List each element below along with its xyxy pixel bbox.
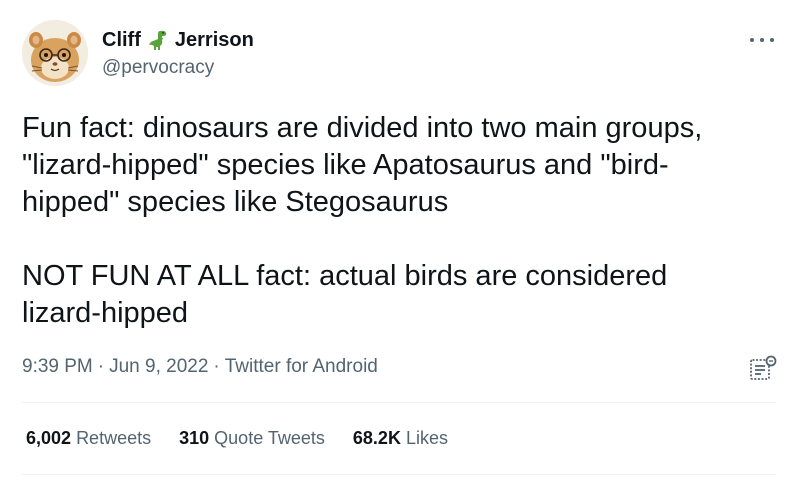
tweet-meta: 9:39 PM · Jun 9, 2022 · Twitter for Android [22,354,378,380]
likes-count: 68.2K [352,428,401,448]
retweets-stat[interactable]: 6,002 Retweets [26,426,151,450]
t-rex-emoji-icon [147,29,169,51]
tweet-source[interactable]: Twitter for Android [225,356,378,377]
tweet-time[interactable]: 9:39 PM [22,356,93,377]
tweet-date[interactable]: Jun 9, 2022 [109,356,208,377]
tweet-paragraph-2: NOT FUN AT ALL fact: actual birds are co… [22,260,668,329]
quote-tweets-label: Quote Tweets [214,428,325,448]
more-dot [750,38,754,42]
quote-tweets-count: 310 [179,428,210,448]
divider [22,402,776,403]
likes-stat[interactable]: 68.2K Likes [353,426,448,450]
meta-separator: · [97,356,105,377]
author-first-name: Cliff [102,29,141,51]
analytics-icon[interactable] [748,354,778,382]
meta-separator: · [213,356,220,377]
display-name[interactable]: Cliff Jerrison [102,28,254,52]
tweet-paragraph-1: Fun fact: dinosaurs are divided into two… [22,112,703,218]
hamster-avatar-icon [22,20,88,86]
tweet-stats: 6,002 Retweets 310 Quote Tweets 68.2K Li… [26,426,448,450]
avatar[interactable] [22,20,88,86]
more-dot [760,38,764,42]
divider [22,474,776,475]
likes-label: Likes [405,428,448,448]
author-last-name: Jerrison [174,29,254,51]
more-dot [770,38,774,42]
retweets-count: 6,002 [26,428,72,448]
author-handle[interactable]: @pervocracy [102,56,254,80]
tweet-header: Cliff Jerrison @pervocracy [22,20,776,88]
retweets-label: Retweets [76,428,152,448]
author-block: Cliff Jerrison @pervocracy [102,28,254,80]
quote-tweets-stat[interactable]: 310 Quote Tweets [179,426,325,450]
tweet-text: Fun fact: dinosaurs are divided into two… [22,110,776,332]
more-options-icon[interactable] [750,30,774,50]
